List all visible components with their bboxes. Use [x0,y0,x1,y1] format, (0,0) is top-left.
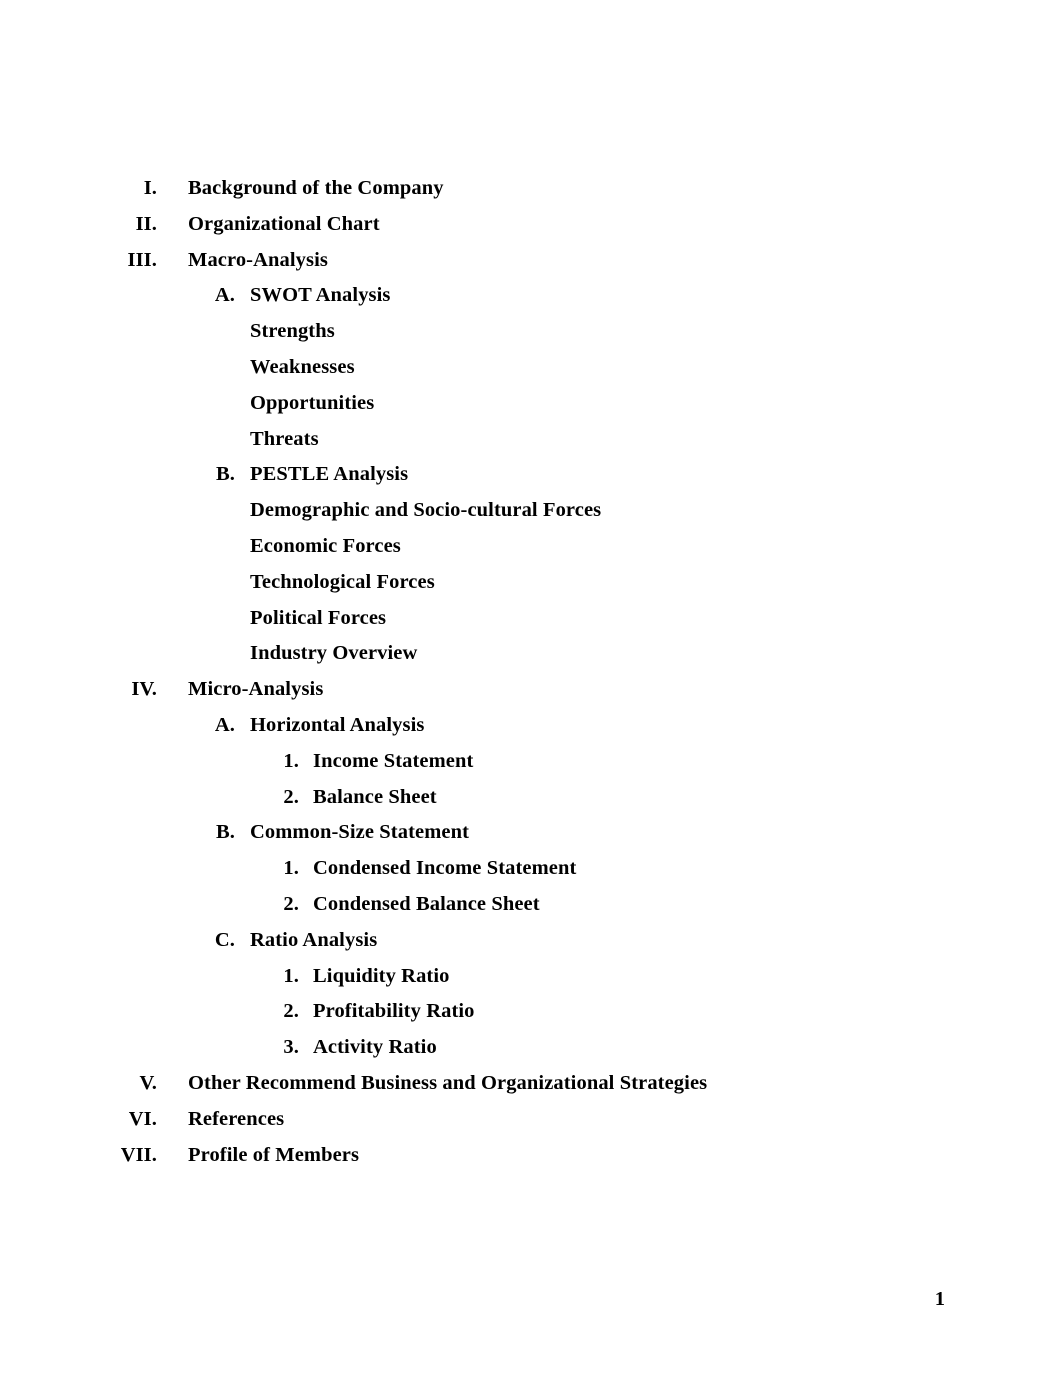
outline-item-label: Profitability Ratio [313,1000,475,1023]
outline-item-label: Threats [250,427,319,450]
outline-item-marker: V. [139,1071,157,1094]
outline-item-label: Horizontal Analysis [250,713,425,736]
outline-item-label: Activity Ratio [313,1036,437,1059]
outline-item: 1. Income Statement [0,744,1062,780]
outline-item-marker: 2. [283,892,299,915]
page-number: 1 [934,1288,945,1310]
outline-item-label: Opportunities [250,391,375,414]
outline-item-label: Demographic and Socio-cultural Forces [250,499,602,522]
outline-item: 2. Balance Sheet [0,780,1062,816]
outline-item-label: Condensed Income Statement [313,857,577,880]
outline-item: Economic Forces [0,529,1062,565]
outline-item: 1. Condensed Income Statement [0,851,1062,887]
outline-item-label: Political Forces [250,606,387,629]
outline-item-label: PESTLE Analysis [250,463,409,486]
outline-item-marker: I. [143,177,157,199]
outline-item: 2. Profitability Ratio [0,994,1062,1030]
outline-item-marker: VI. [128,1107,157,1130]
outline-item-label: Strengths [250,320,335,343]
outline-item-marker: VII. [120,1143,157,1166]
outline-item: VI. References [0,1102,1062,1138]
outline-item-marker: A. [214,284,235,307]
outline-item-label: Income Statement [313,749,474,772]
outline-item: V. Other Recommend Business and Organizat… [0,1066,1062,1102]
outline-item: B. PESTLE Analysis [0,457,1062,493]
outline-item: VII. Profile of Members [0,1138,1062,1174]
outline-item: 2. Condensed Balance Sheet [0,887,1062,923]
outline-item: Political Forces [0,601,1062,637]
outline-item-label: Micro-Analysis [188,678,324,701]
outline-item-label: Weaknesses [250,355,355,378]
outline-item: 3. Activity Ratio [0,1030,1062,1066]
outline-item-label: Background of the Company [188,177,444,199]
outline-item-marker: 1. [283,857,299,880]
outline-item: Strengths [0,314,1062,350]
outline-item-label: References [188,1107,285,1130]
outline-item-label: Economic Forces [250,534,401,557]
outline-item-marker: III. [127,248,157,271]
outline-item: III. Macro-Analysis [0,243,1062,279]
outline-item-marker: 1. [283,964,299,987]
outline-item-label: Ratio Analysis [250,928,378,951]
outline-item-marker: IV. [131,678,157,701]
outline-item-marker: 3. [283,1036,299,1059]
outline-item-marker: B. [216,821,235,844]
outline-item: Weaknesses [0,350,1062,386]
outline-item-label: Profile of Members [188,1143,360,1166]
table-of-contents-outline: I. Background of the Company II. Organizati… [0,171,1062,1173]
outline-item-label: Other Recommend Business and Organizatio… [188,1071,708,1094]
outline-item: Demographic and Socio-cultural Forces [0,493,1062,529]
outline-item-marker: C. [214,928,235,951]
outline-item: Technological Forces [0,565,1062,601]
outline-item-label: Common-Size Statement [250,821,470,844]
outline-item: 1. Liquidity Ratio [0,959,1062,995]
outline-item-marker: 2. [283,1000,299,1023]
outline-item-marker: 1. [283,749,299,772]
outline-item: A. Horizontal Analysis [0,708,1062,744]
outline-item-label: Liquidity Ratio [313,964,450,987]
outline-item: Industry Overview [0,636,1062,672]
outline-item: Opportunities [0,386,1062,422]
outline-item-label: Organizational Chart [188,212,380,235]
outline-item: B. Common-Size Statement [0,815,1062,851]
outline-item: I. Background of the Company [0,171,1062,207]
outline-item: II. Organizational Chart [0,207,1062,243]
outline-item-label: Condensed Balance Sheet [313,892,540,915]
outline-item-label: Macro-Analysis [188,248,328,271]
outline-item: IV. Micro-Analysis [0,672,1062,708]
outline-item-label: SWOT Analysis [250,284,391,307]
outline-item-label: Balance Sheet [313,785,437,808]
outline-item-label: Technological Forces [250,570,435,593]
outline-item: Threats [0,422,1062,458]
outline-item-marker: II. [135,212,157,235]
outline-item: A. SWOT Analysis [0,278,1062,314]
outline-item-marker: 2. [283,785,299,808]
outline-item-marker: A. [214,713,235,736]
outline-item-marker: B. [216,463,235,486]
document-page: I. Background of the Company II. Organizati… [0,0,1062,1376]
outline-item: C. Ratio Analysis [0,923,1062,959]
outline-item-label: Industry Overview [250,642,418,665]
